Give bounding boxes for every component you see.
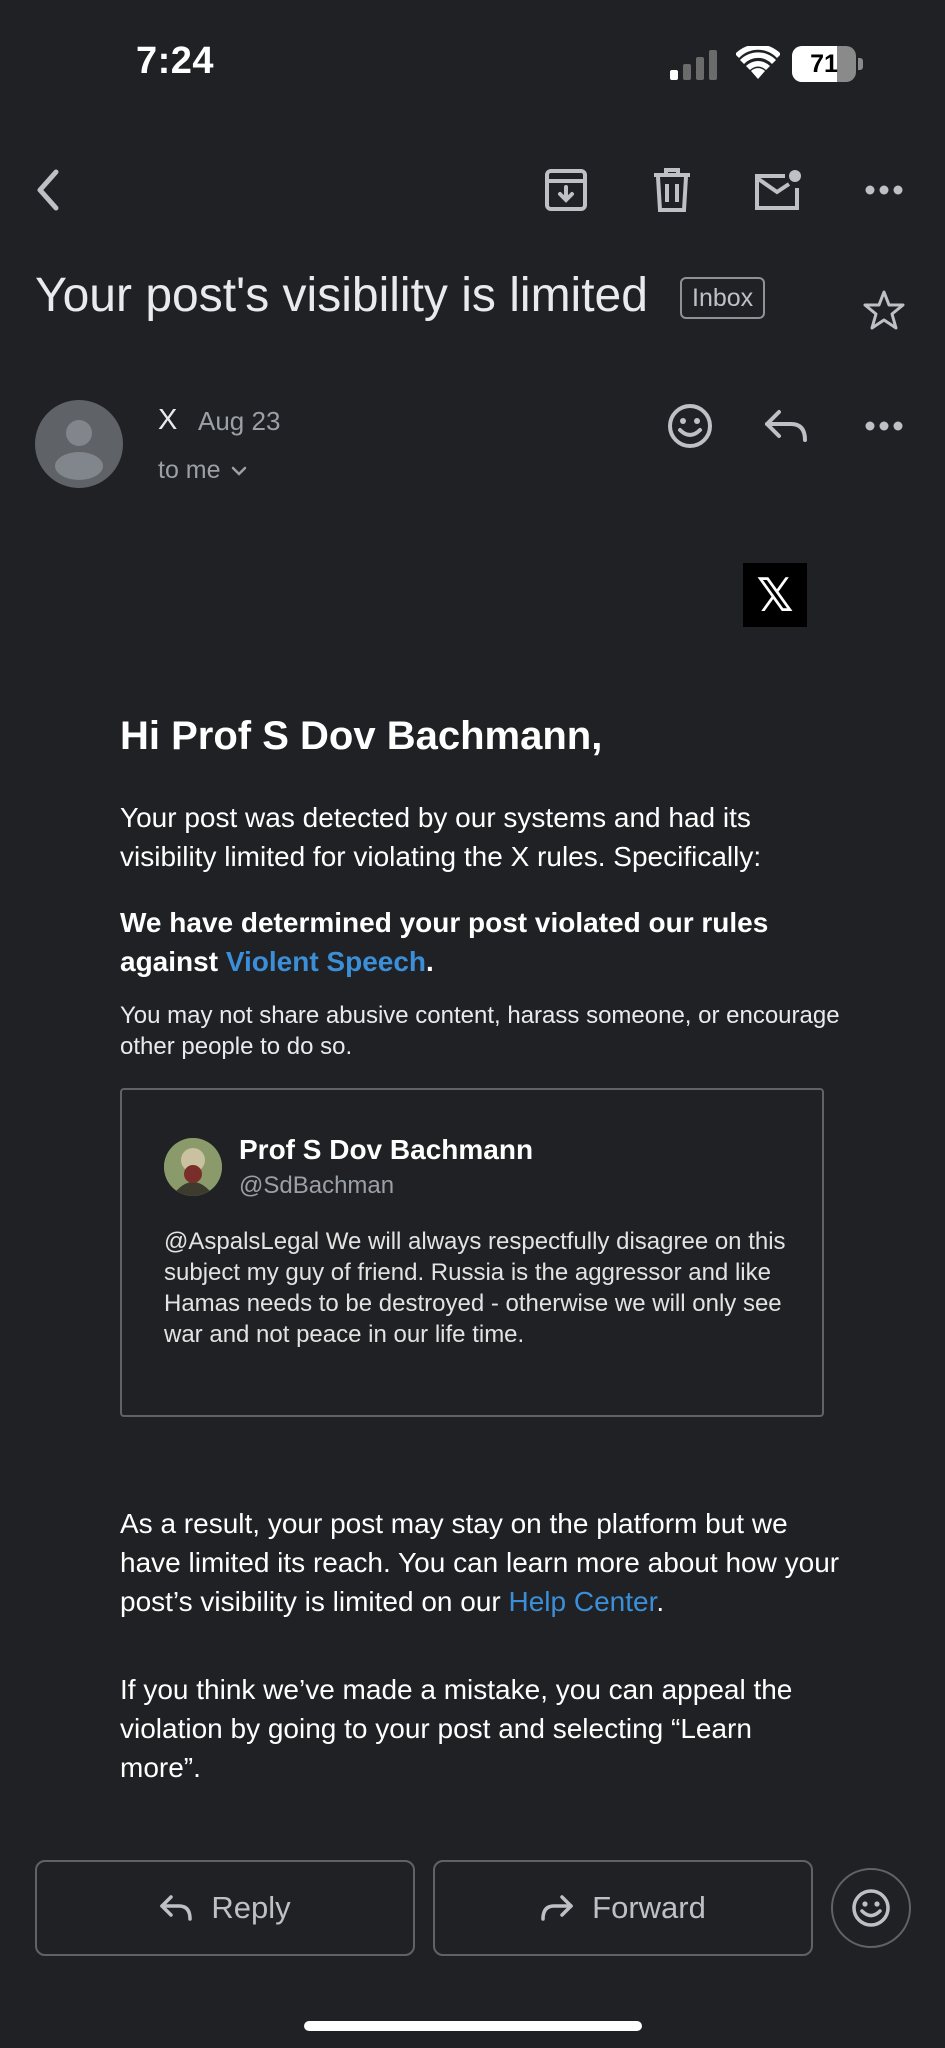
star-icon (863, 290, 905, 330)
determination-paragraph: We have determined your post violated ou… (120, 907, 769, 977)
smiley-icon (668, 404, 712, 448)
back-button[interactable] (18, 160, 78, 220)
wifi-icon (736, 46, 780, 79)
x-logo-glyph: 𝕏 (756, 568, 794, 622)
star-button[interactable] (854, 280, 914, 340)
archive-icon (545, 169, 587, 211)
greeting: Hi Prof S Dov Bachmann, (120, 714, 603, 758)
person-icon (55, 420, 103, 480)
add-reaction-button[interactable] (660, 396, 720, 456)
post-author-handle: @SdBachman (239, 1172, 395, 1199)
reply-icon (765, 410, 807, 442)
more-options-button[interactable] (854, 160, 914, 220)
more-horizontal-icon (865, 421, 903, 431)
recipient-details-toggle[interactable]: to me (158, 456, 247, 485)
more-horizontal-icon (865, 185, 903, 195)
result-paragraph: As a result, your post may stay on the p… (120, 1508, 840, 1617)
battery-percent: 71 (810, 50, 838, 78)
email-date: Aug 23 (198, 406, 281, 436)
cellular-signal-icon (670, 50, 717, 80)
chevron-down-icon (231, 466, 246, 476)
reply-button[interactable] (756, 396, 816, 456)
recipient-label: to me (158, 456, 221, 484)
sender-avatar[interactable] (35, 400, 123, 488)
appeal-paragraph: If you think we’ve made a mistake, you c… (120, 1674, 793, 1783)
x-logo: 𝕏 (743, 563, 807, 627)
smiley-icon (852, 1889, 890, 1927)
post-author-name: Prof S Dov Bachmann (239, 1134, 534, 1165)
inbox-label[interactable]: Inbox (680, 277, 766, 319)
help-center-link[interactable]: Help Center (509, 1586, 657, 1617)
post-author-avatar (164, 1138, 222, 1196)
reaction-button[interactable] (831, 1868, 911, 1948)
email-subject: Your post's visibility is limited (35, 269, 648, 322)
post-text: @AspalsLegal We will always respectfully… (164, 1228, 786, 1348)
archive-button[interactable] (536, 160, 596, 220)
mark-unread-button[interactable] (748, 160, 808, 220)
forward-icon (541, 1895, 573, 1921)
violent-speech-link[interactable]: Violent Speech (226, 946, 426, 977)
battery-indicator: 71 (792, 46, 864, 82)
reply-icon (160, 1895, 193, 1921)
forward-label: Forward (592, 1890, 706, 1925)
intro-paragraph: Your post was detected by our systems an… (120, 802, 762, 872)
status-time: 7:24 (136, 40, 215, 82)
chevron-left-icon (37, 169, 59, 211)
sender-name[interactable]: X (158, 404, 177, 437)
reply-action-button[interactable]: Reply (35, 1860, 415, 1956)
rule-description: You may not share abusive content, haras… (120, 1002, 840, 1060)
home-indicator[interactable] (304, 2021, 642, 2031)
trash-icon (654, 168, 690, 212)
mail-unread-icon (755, 170, 801, 210)
forward-action-button[interactable]: Forward (433, 1860, 813, 1956)
message-more-button[interactable] (854, 396, 914, 456)
result-text: As a result, your post may stay on the p… (120, 1508, 840, 1617)
delete-button[interactable] (642, 160, 702, 220)
reply-label: Reply (211, 1890, 291, 1925)
determination-text: We have determined your post violated ou… (120, 907, 769, 977)
